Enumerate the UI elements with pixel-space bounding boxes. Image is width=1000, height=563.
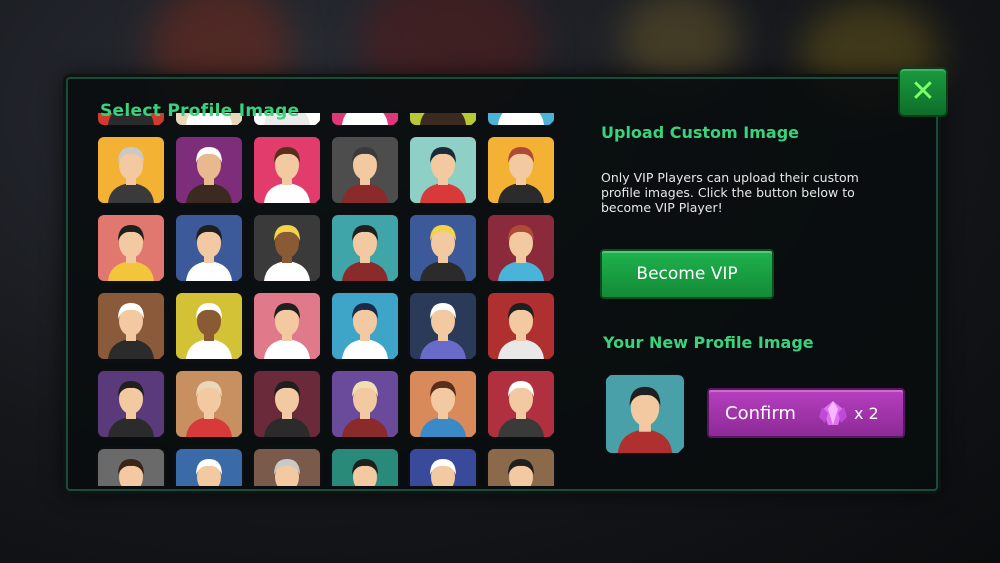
avatar-option[interactable] [330, 135, 400, 205]
avatar-grid [96, 113, 556, 486]
avatar-option[interactable] [252, 135, 322, 205]
avatar-option[interactable] [330, 113, 400, 127]
avatar-option[interactable] [174, 135, 244, 205]
dialog-title: Select Profile Image [100, 101, 300, 121]
avatar-option[interactable] [96, 447, 166, 486]
avatar-option[interactable] [408, 369, 478, 439]
selected-avatar-preview [604, 373, 686, 455]
confirm-label: Confirm [725, 402, 796, 424]
avatar-option[interactable] [174, 213, 244, 283]
avatar-option[interactable] [252, 447, 322, 486]
avatar-option[interactable] [330, 447, 400, 486]
avatar-option[interactable] [408, 113, 478, 127]
upload-title: Upload Custom Image [601, 123, 800, 142]
avatar-option[interactable] [96, 135, 166, 205]
purple-gem-icon [818, 401, 847, 425]
close-icon: ✕ [910, 74, 936, 109]
avatar-option[interactable] [330, 369, 400, 439]
gem-cost: x 2 [853, 403, 879, 423]
avatar-option[interactable] [486, 447, 556, 486]
avatar-option[interactable] [174, 291, 244, 361]
avatar-option[interactable] [174, 369, 244, 439]
avatar-option[interactable] [486, 113, 556, 127]
avatar-option[interactable] [486, 369, 556, 439]
new-profile-title: Your New Profile Image [603, 333, 814, 352]
close-button[interactable]: ✕ [898, 67, 948, 117]
confirm-button[interactable]: Confirm x 2 [707, 388, 905, 438]
avatar-option[interactable] [96, 291, 166, 361]
avatar-option[interactable] [486, 135, 556, 205]
avatar-option[interactable] [330, 213, 400, 283]
avatar-option[interactable] [408, 213, 478, 283]
upload-description: Only VIP Players can upload their custom… [601, 170, 859, 215]
avatar-option[interactable] [408, 447, 478, 486]
avatar-option[interactable] [486, 291, 556, 361]
avatar-option[interactable] [174, 447, 244, 486]
avatar-option[interactable] [408, 291, 478, 361]
avatar-option[interactable] [330, 291, 400, 361]
avatar-option[interactable] [252, 213, 322, 283]
avatar-option[interactable] [486, 213, 556, 283]
avatar-option[interactable] [252, 369, 322, 439]
avatar-grid-scroll[interactable] [96, 113, 566, 486]
avatar-option[interactable] [252, 291, 322, 361]
avatar-option[interactable] [96, 213, 166, 283]
avatar-option[interactable] [96, 369, 166, 439]
become-vip-button[interactable]: Become VIP [600, 249, 774, 299]
avatar-option[interactable] [408, 135, 478, 205]
